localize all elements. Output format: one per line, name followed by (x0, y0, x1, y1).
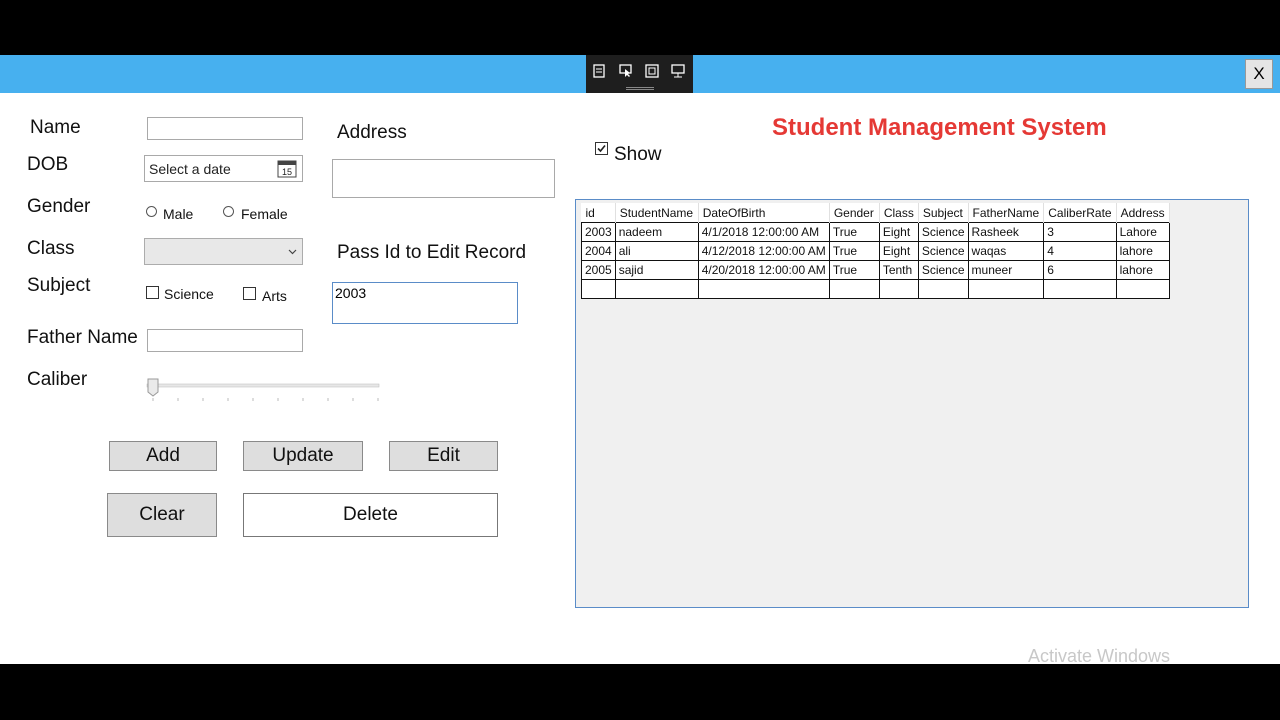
column-header-gender[interactable]: Gender (829, 203, 880, 223)
table-cell[interactable]: Eight (878, 222, 919, 242)
calendar-day: 15 (282, 167, 292, 177)
subject-science-label[interactable]: Science (164, 286, 214, 302)
subject-arts-checkbox[interactable] (243, 287, 256, 300)
debug-toolbar (586, 55, 693, 93)
clear-button[interactable]: Clear (107, 493, 217, 537)
table-cell[interactable]: Rasheek (967, 222, 1045, 242)
gender-male-radio[interactable] (146, 206, 157, 217)
subject-science-checkbox[interactable] (146, 286, 159, 299)
subject-arts-label[interactable]: Arts (262, 288, 287, 304)
pass-id-input[interactable]: 2003 (332, 282, 518, 324)
table-cell[interactable]: 3 (1043, 222, 1117, 242)
table-cell[interactable]: ali (614, 241, 699, 261)
father-name-input[interactable] (147, 329, 303, 352)
name-input[interactable] (147, 117, 303, 140)
app-title: Student Management System (772, 114, 1107, 141)
table-header-row: id StudentName DateOfBirth Gender Class … (581, 203, 1170, 223)
table-cell[interactable]: lahore (1115, 241, 1170, 261)
table-cell[interactable]: Science (917, 241, 969, 261)
table-cell[interactable]: nadeem (614, 222, 699, 242)
address-label: Address (337, 122, 407, 143)
table-cell[interactable]: 6 (1043, 260, 1117, 280)
table-cell[interactable]: waqas (967, 241, 1045, 261)
display-layout-icon[interactable] (645, 64, 659, 78)
update-button[interactable]: Update (243, 441, 363, 471)
table-cell[interactable] (917, 279, 969, 299)
column-header-address[interactable]: Address (1116, 203, 1170, 223)
pass-id-label: Pass Id to Edit Record (337, 242, 527, 263)
table-cell[interactable]: 2003 (581, 222, 616, 242)
show-label[interactable]: Show (614, 144, 662, 166)
table-cell[interactable]: Eight (878, 241, 919, 261)
father-name-label: Father Name (27, 327, 138, 348)
address-input[interactable] (332, 159, 555, 198)
table-cell[interactable]: Lahore (1115, 222, 1170, 242)
slider-thumb[interactable] (147, 378, 159, 397)
students-datagrid[interactable]: id StudentName DateOfBirth Gender Class … (575, 199, 1249, 608)
table-cell[interactable] (614, 279, 699, 299)
table-cell[interactable]: 4/20/2018 12:00:00 AM (697, 260, 830, 280)
caliber-slider[interactable] (145, 376, 385, 406)
table-cell[interactable] (878, 279, 919, 299)
table-cell[interactable] (828, 279, 880, 299)
table-cell[interactable]: True (828, 260, 880, 280)
select-element-icon[interactable] (619, 64, 633, 78)
table-cell[interactable]: sajid (614, 260, 699, 280)
slider-ticks (152, 398, 379, 401)
table-cell[interactable] (697, 279, 830, 299)
table-cell[interactable] (967, 279, 1045, 299)
toolbar-grip[interactable] (626, 87, 654, 90)
add-button[interactable]: Add (109, 441, 217, 471)
table-cell[interactable] (581, 279, 616, 299)
students-table: id StudentName DateOfBirth Gender Class … (581, 203, 1170, 299)
column-header-dateofbirth[interactable]: DateOfBirth (698, 203, 830, 223)
column-header-fathername[interactable]: FatherName (968, 203, 1045, 223)
table-cell[interactable]: 4/12/2018 12:00:00 AM (697, 241, 830, 261)
table-row[interactable]: 2004 ali 4/12/2018 12:00:00 AM True Eigh… (581, 241, 1170, 261)
table-cell[interactable]: Science (917, 222, 969, 242)
table-cell[interactable]: Science (917, 260, 969, 280)
column-header-id[interactable]: id (581, 203, 616, 223)
track-focus-icon[interactable] (671, 64, 685, 78)
activation-watermark: Activate Windows (1028, 646, 1171, 666)
table-row[interactable]: 2003 nadeem 4/1/2018 12:00:00 AM True Ei… (581, 222, 1170, 242)
name-label: Name (30, 117, 81, 138)
class-label: Class (27, 238, 75, 259)
dob-label: DOB (27, 154, 69, 175)
column-header-subject[interactable]: Subject (918, 203, 969, 223)
caliber-label: Caliber (27, 369, 88, 390)
table-cell[interactable]: muneer (967, 260, 1045, 280)
chevron-down-icon (288, 249, 297, 255)
table-cell[interactable] (1115, 279, 1170, 299)
gender-label: Gender (27, 196, 91, 217)
column-header-class[interactable]: Class (879, 203, 919, 223)
gender-female-radio[interactable] (223, 206, 234, 217)
table-cell[interactable]: True (828, 241, 880, 261)
show-checkbox[interactable] (595, 142, 608, 155)
table-cell[interactable]: 2005 (581, 260, 616, 280)
column-header-caliberrate[interactable]: CaliberRate (1043, 203, 1117, 223)
table-cell[interactable]: 2004 (581, 241, 616, 261)
gender-male-label[interactable]: Male (163, 206, 193, 222)
live-tree-icon[interactable] (593, 64, 607, 78)
edit-button[interactable]: Edit (389, 441, 498, 471)
table-cell[interactable]: True (828, 222, 880, 242)
class-combobox[interactable] (144, 238, 303, 265)
dob-datepicker[interactable]: Select a date 15 (144, 155, 303, 182)
subject-label: Subject (27, 275, 91, 296)
delete-button[interactable]: Delete (243, 493, 498, 537)
table-cell[interactable]: 4 (1043, 241, 1117, 261)
dob-placeholder: Select a date (149, 161, 231, 177)
table-new-row[interactable] (581, 279, 1170, 299)
gender-female-label[interactable]: Female (241, 206, 288, 222)
close-button[interactable]: X (1245, 59, 1273, 89)
table-row[interactable]: 2005 sajid 4/20/2018 12:00:00 AM True Te… (581, 260, 1170, 280)
table-cell[interactable]: 4/1/2018 12:00:00 AM (697, 222, 830, 242)
calendar-icon[interactable]: 15 (277, 159, 297, 178)
table-cell[interactable]: Tenth (878, 260, 919, 280)
table-cell[interactable]: lahore (1115, 260, 1170, 280)
column-header-studentname[interactable]: StudentName (615, 203, 699, 223)
table-cell[interactable] (1043, 279, 1117, 299)
checkmark-icon (597, 144, 606, 153)
